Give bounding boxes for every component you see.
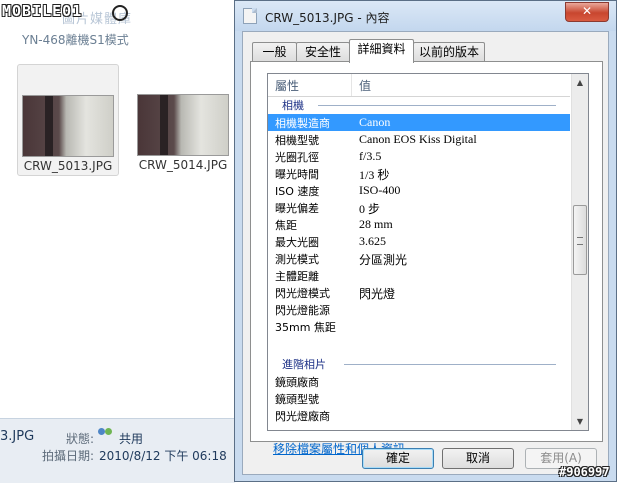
thumbnail-item[interactable]: CRW_5014.JPG bbox=[133, 64, 233, 174]
property-row[interactable]: 焦距 28 mm bbox=[268, 216, 570, 233]
details-tab-panel: 屬性 值 相機 相機製造商 Canon 相機型號 Canon EOS Kiss Dig… bbox=[250, 61, 603, 456]
property-value[interactable]: 1/3 秒 bbox=[359, 166, 389, 183]
property-value[interactable]: 3.625 bbox=[359, 234, 386, 249]
scroll-thumb[interactable] bbox=[573, 205, 587, 275]
share-users-icon bbox=[98, 428, 114, 442]
property-name: 鏡頭廠商 bbox=[275, 376, 319, 389]
property-name: ISO 速度 bbox=[275, 185, 320, 198]
group-label: 進階相片 bbox=[282, 358, 326, 371]
scroll-down-arrow-icon[interactable]: ▼ bbox=[572, 413, 588, 430]
property-row[interactable]: 相機製造商 Canon bbox=[268, 114, 570, 131]
property-value[interactable]: f/3.5 bbox=[359, 149, 381, 164]
details-filename: 3.JPG bbox=[0, 429, 35, 444]
property-name: 最大光圈 bbox=[275, 236, 319, 249]
dialog-title: CRW_5013.JPG - 內容 bbox=[265, 11, 390, 25]
grip-icon bbox=[577, 237, 583, 245]
property-value[interactable]: 28 mm bbox=[359, 217, 393, 232]
close-button[interactable]: ✕ bbox=[565, 2, 609, 22]
property-name: 測光模式 bbox=[275, 253, 319, 266]
tab-details[interactable]: 詳細資料 bbox=[349, 39, 414, 63]
property-name: 曝光時間 bbox=[275, 168, 319, 181]
property-name: 相機製造商 bbox=[275, 117, 330, 130]
thumbnail-label: CRW_5013.JPG bbox=[23, 159, 113, 173]
logo-text: MOBILE01 bbox=[2, 2, 83, 20]
property-name: 鏡頭型號 bbox=[275, 393, 319, 406]
property-name: 光圈孔徑 bbox=[275, 151, 319, 164]
property-row[interactable]: 最大光圈 3.625 bbox=[268, 233, 570, 250]
property-row[interactable]: 35mm 焦距 bbox=[268, 318, 570, 335]
property-name: 閃光燈能源 bbox=[275, 304, 330, 317]
property-value[interactable]: 閃光燈 bbox=[359, 285, 395, 302]
ok-button[interactable]: 確定 bbox=[362, 448, 434, 469]
property-value[interactable]: 0 步 bbox=[359, 200, 380, 217]
property-row[interactable]: 光圈孔徑 f/3.5 bbox=[268, 148, 570, 165]
property-row[interactable]: 曝光偏差 0 步 bbox=[268, 199, 570, 216]
properties-dialog: CRW_5013.JPG - 內容 ✕ 一般 安全性 詳細資料 以前的版本 屬性… bbox=[234, 0, 617, 482]
dialog-body: 一般 安全性 詳細資料 以前的版本 屬性 值 相機 相機製造商 Canon 相機型號… bbox=[242, 31, 609, 475]
photo-thumbnail bbox=[137, 94, 229, 156]
tab-previous-versions[interactable]: 以前的版本 bbox=[413, 42, 485, 62]
site-logo: MOBILE01 bbox=[2, 2, 128, 24]
thumbnail-item[interactable]: CRW_5013.JPG bbox=[17, 64, 119, 176]
property-row[interactable]: ISO 速度 ISO-400 bbox=[268, 182, 570, 199]
property-row[interactable]: 鏡頭型號 bbox=[268, 390, 570, 407]
cancel-button[interactable]: 取消 bbox=[442, 448, 514, 469]
scroll-up-arrow-icon[interactable]: ▲ bbox=[572, 74, 588, 91]
property-row[interactable]: 相機型號 Canon EOS Kiss Digital bbox=[268, 131, 570, 148]
property-value[interactable]: Canon bbox=[359, 115, 390, 130]
property-row[interactable]: 主體距離 bbox=[268, 267, 570, 284]
property-value[interactable]: ISO-400 bbox=[359, 183, 400, 198]
group-header-camera: 相機 bbox=[268, 96, 570, 113]
column-divider[interactable] bbox=[351, 74, 352, 96]
group-divider bbox=[344, 364, 556, 365]
property-row[interactable]: 曝光時間 1/3 秒 bbox=[268, 165, 570, 182]
property-name: 閃光燈模式 bbox=[275, 287, 330, 300]
property-row[interactable]: 鏡頭廠商 bbox=[268, 373, 570, 390]
tab-security[interactable]: 安全性 bbox=[296, 42, 350, 62]
folder-subtitle: YN-468離機S1模式 bbox=[22, 33, 129, 47]
date-taken-label: 拍攝日期: bbox=[42, 449, 95, 463]
property-value[interactable]: Canon EOS Kiss Digital bbox=[359, 132, 477, 147]
status-value: 共用 bbox=[119, 432, 144, 446]
group-header-advanced: 進階相片 bbox=[268, 355, 570, 372]
property-value[interactable]: 分區測光 bbox=[359, 251, 407, 268]
property-name: 相機型號 bbox=[275, 134, 319, 147]
title-bar[interactable]: CRW_5013.JPG - 內容 ✕ bbox=[235, 1, 616, 31]
vertical-scrollbar[interactable]: ▲ ▼ bbox=[571, 74, 588, 430]
property-row[interactable]: 閃光燈廠商 bbox=[268, 407, 570, 424]
column-header: 屬性 值 bbox=[268, 74, 570, 97]
group-divider bbox=[318, 105, 556, 106]
properties-list[interactable]: 屬性 值 相機 相機製造商 Canon 相機型號 Canon EOS Kiss Dig… bbox=[267, 73, 589, 431]
watermark-id: #906997 bbox=[559, 465, 610, 479]
property-name: 曝光偏差 bbox=[275, 202, 319, 215]
group-label: 相機 bbox=[282, 99, 304, 112]
date-taken-value: 2010/8/12 下午 06:18 bbox=[99, 449, 227, 463]
column-property[interactable]: 屬性 bbox=[275, 77, 299, 94]
file-icon bbox=[243, 8, 257, 24]
property-row[interactable]: 閃光燈模式 閃光燈 bbox=[268, 284, 570, 301]
property-name: 主體距離 bbox=[275, 270, 319, 283]
thumbnail-label: CRW_5014.JPG bbox=[138, 158, 228, 172]
property-name: 35mm 焦距 bbox=[275, 321, 336, 334]
tab-general[interactable]: 一般 bbox=[252, 42, 297, 62]
status-label: 狀態: bbox=[66, 432, 95, 446]
details-pane: 3.JPG 狀態: 共用 拍攝日期: 2010/8/12 下午 06:18 bbox=[0, 418, 235, 483]
photo-thumbnail bbox=[22, 95, 114, 157]
logo-power-icon bbox=[112, 5, 128, 21]
property-row[interactable]: 閃光燈能源 bbox=[268, 301, 570, 318]
property-name: 閃光燈廠商 bbox=[275, 410, 330, 423]
property-name: 焦距 bbox=[275, 219, 297, 232]
property-row[interactable]: 測光模式 分區測光 bbox=[268, 250, 570, 267]
column-value[interactable]: 值 bbox=[359, 77, 371, 94]
